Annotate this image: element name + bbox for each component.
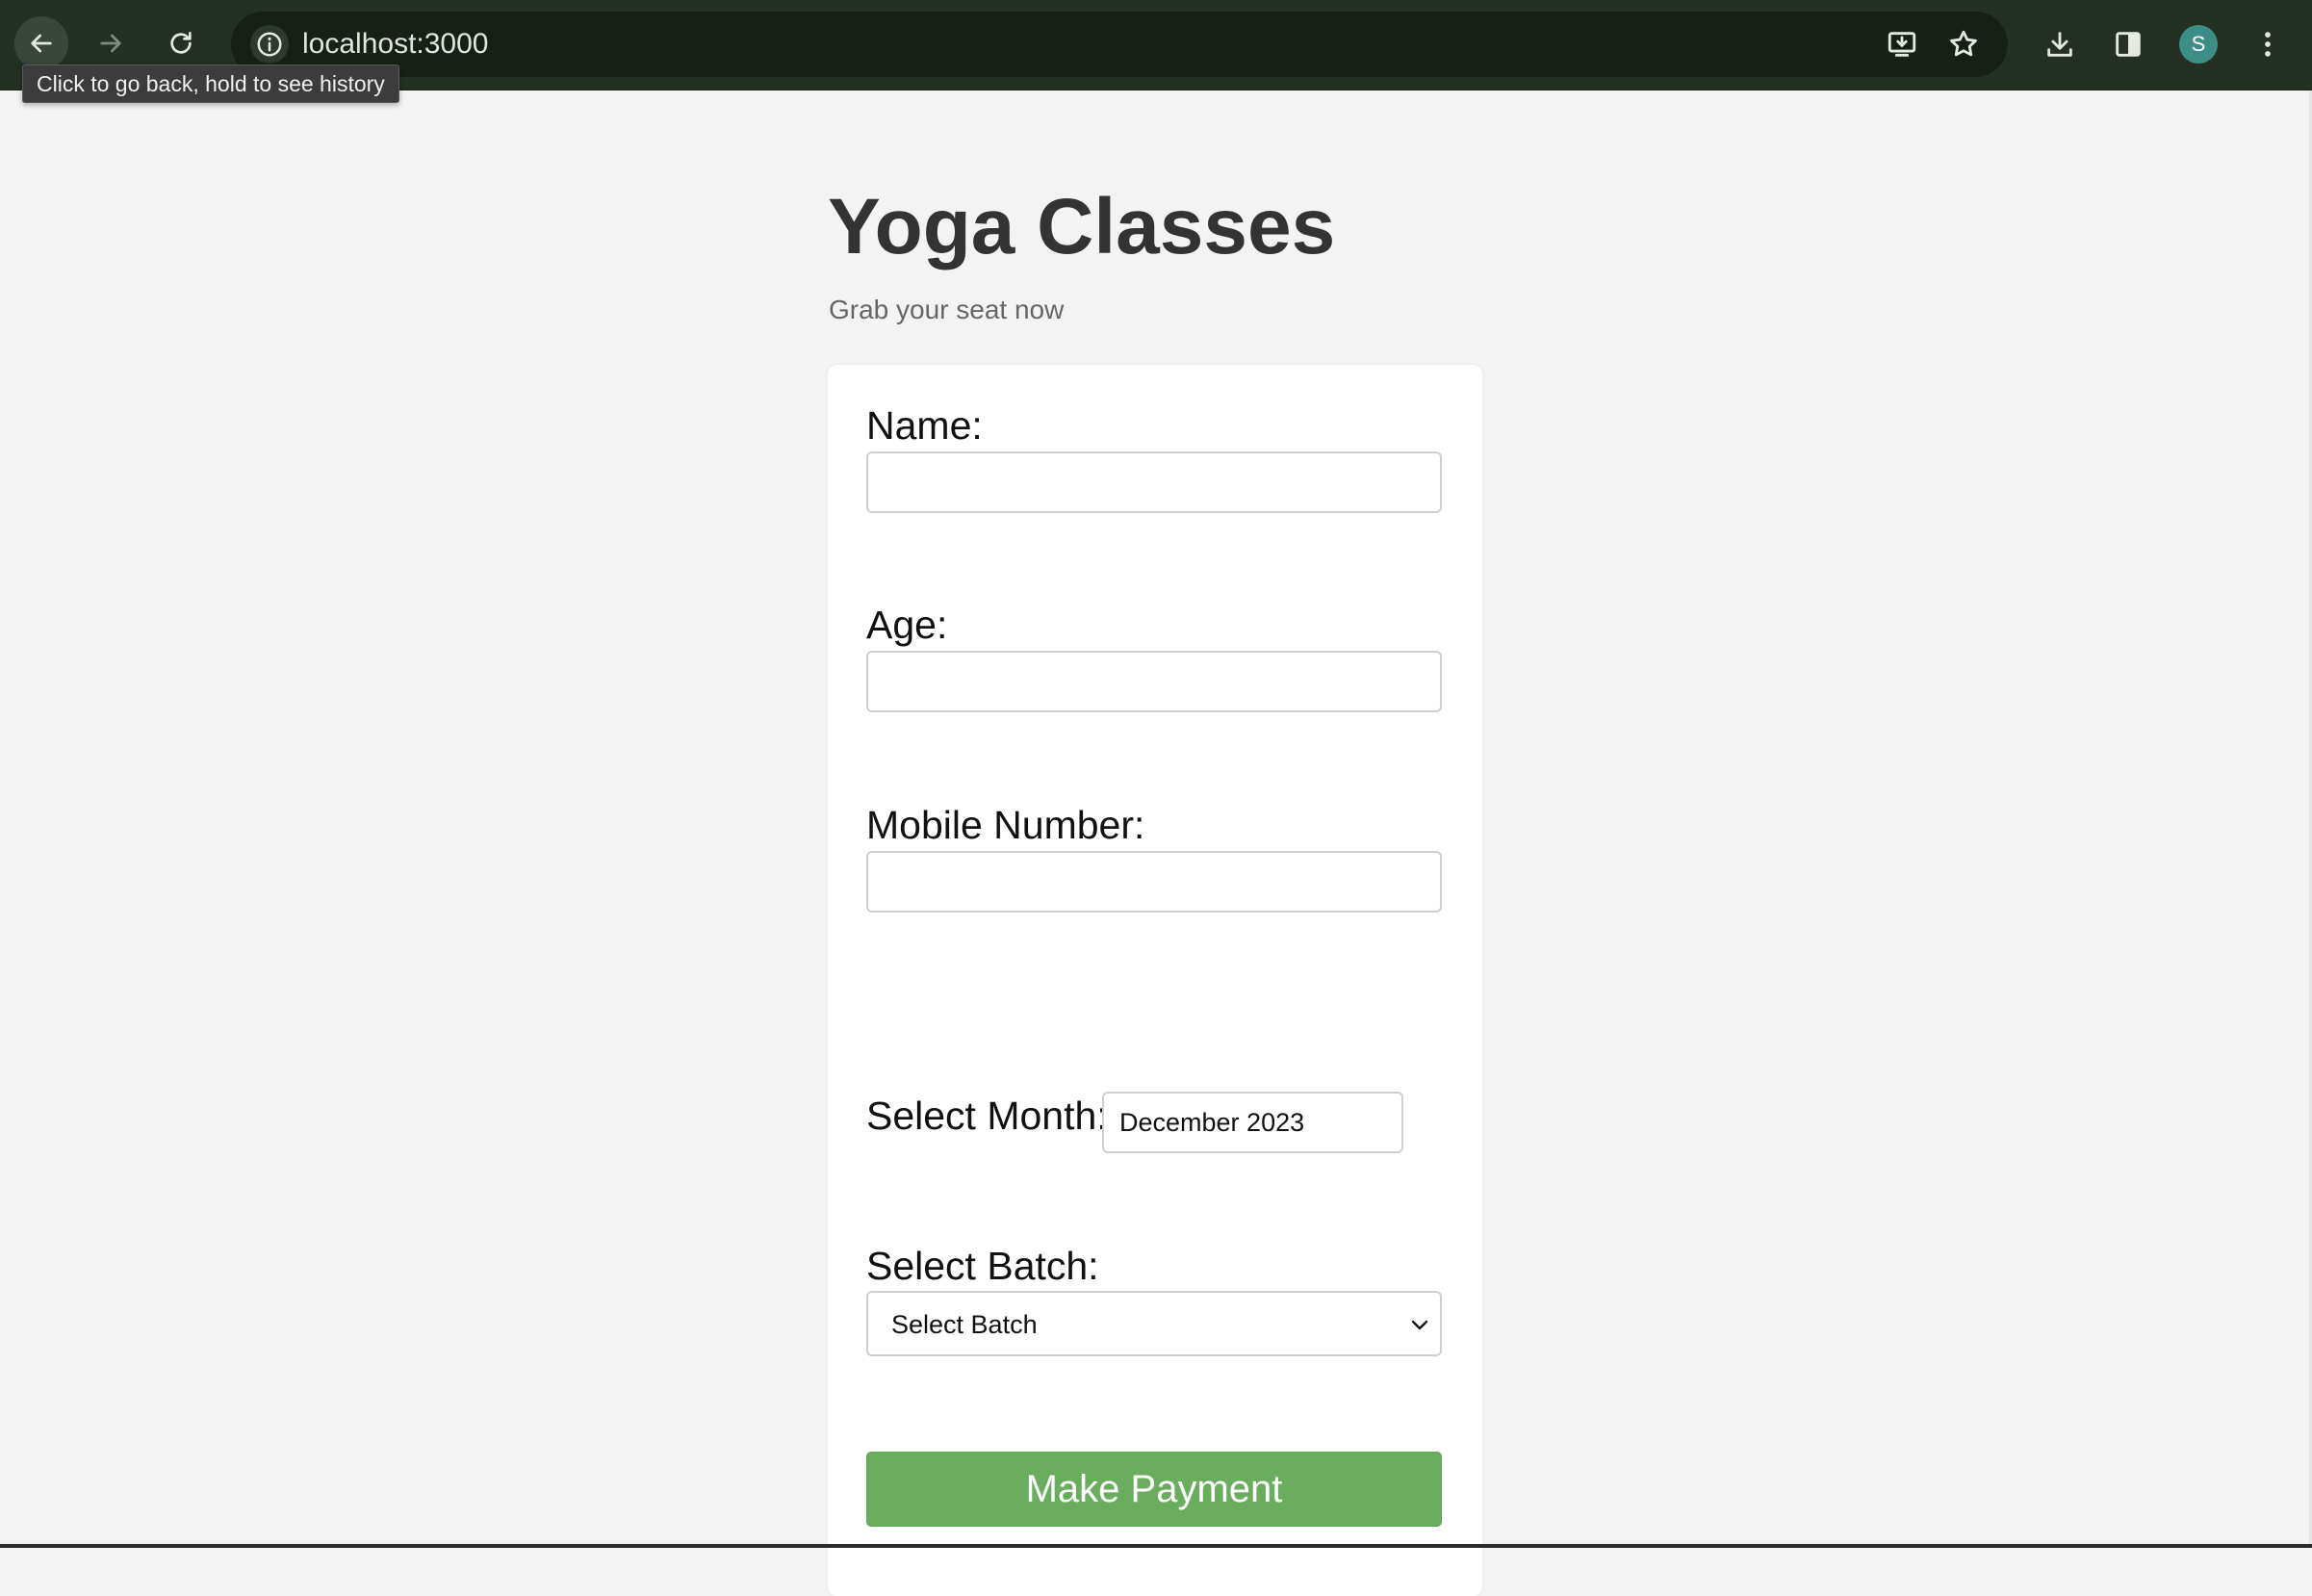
registration-form: Name: Age: Mobile Number: Select Month: …: [828, 365, 1482, 1596]
month-label: Select Month:: [866, 1093, 1108, 1139]
mobile-number-label: Mobile Number:: [866, 802, 1144, 848]
age-input[interactable]: [866, 651, 1442, 712]
arrow-right-icon: [95, 28, 126, 59]
url-text[interactable]: localhost:3000: [302, 29, 488, 60]
batch-select-value: Select Batch: [891, 1310, 1038, 1339]
address-bar[interactable]: localhost:3000: [231, 12, 2008, 77]
bookmark-star-icon[interactable]: [1946, 27, 1981, 62]
page-content: Yoga Classes Grab your seat now Name: Ag…: [0, 90, 2312, 1548]
month-picker[interactable]: December 2023: [1102, 1092, 1403, 1153]
arrow-left-icon: [26, 28, 57, 59]
make-payment-button[interactable]: Make Payment: [866, 1452, 1442, 1527]
reload-icon: [166, 28, 196, 59]
side-panel-icon[interactable]: [2109, 25, 2147, 64]
age-label: Age:: [866, 602, 947, 648]
back-button-tooltip: Click to go back, hold to see history: [22, 64, 399, 103]
install-app-icon[interactable]: [1885, 27, 1919, 62]
mobile-number-input[interactable]: [866, 851, 1442, 913]
kebab-menu-icon[interactable]: [2248, 25, 2287, 64]
taskbar-edge: [0, 1544, 2312, 1548]
batch-label: Select Batch:: [866, 1243, 1099, 1289]
chevron-down-icon: [1407, 1312, 1432, 1337]
name-label: Name:: [866, 402, 983, 449]
download-icon[interactable]: [2041, 25, 2079, 64]
forward-button[interactable]: [84, 16, 138, 70]
site-info-icon[interactable]: [250, 25, 289, 64]
batch-select[interactable]: Select Batch: [866, 1291, 1442, 1356]
name-input[interactable]: [866, 451, 1442, 513]
profile-avatar[interactable]: S: [2179, 25, 2218, 64]
page-title: Yoga Classes: [828, 181, 1335, 273]
back-button[interactable]: [14, 16, 68, 70]
reload-button[interactable]: [154, 16, 208, 70]
page-subtitle: Grab your seat now: [829, 294, 1064, 326]
